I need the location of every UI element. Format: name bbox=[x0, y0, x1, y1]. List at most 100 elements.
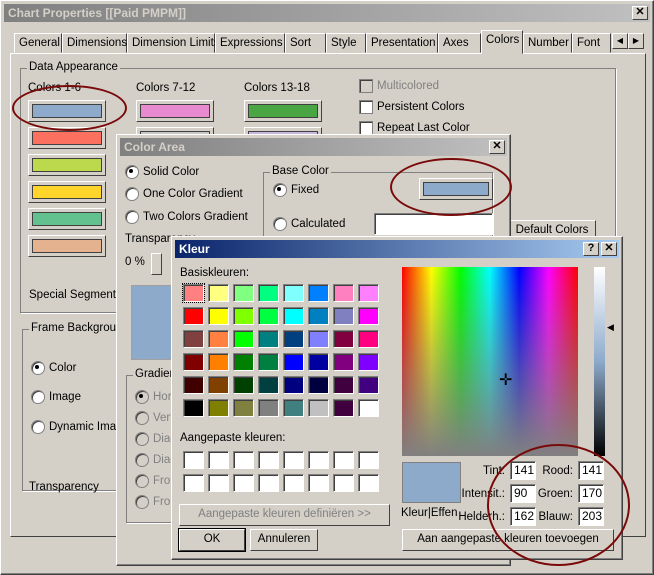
basic-color-swatch[interactable] bbox=[308, 307, 329, 325]
basic-color-swatch[interactable] bbox=[183, 399, 204, 417]
custom-color-swatch[interactable] bbox=[358, 451, 379, 469]
custom-color-swatch[interactable] bbox=[258, 474, 279, 492]
color-button[interactable] bbox=[28, 154, 106, 176]
base-color-button[interactable] bbox=[419, 178, 493, 200]
basic-color-swatch[interactable] bbox=[283, 399, 304, 417]
basic-color-swatch[interactable] bbox=[358, 376, 379, 394]
basic-color-swatch[interactable] bbox=[333, 284, 354, 302]
basic-color-swatch[interactable] bbox=[308, 353, 329, 371]
tab-expressions[interactable]: Expressions bbox=[215, 33, 285, 53]
custom-color-swatch[interactable] bbox=[308, 451, 329, 469]
custom-color-swatch[interactable] bbox=[283, 451, 304, 469]
basic-color-swatch[interactable] bbox=[182, 283, 205, 303]
transparency-slider-thumb[interactable] bbox=[151, 253, 162, 275]
add-to-custom-colors-button[interactable]: Aan aangepaste kleuren toevoegen bbox=[402, 529, 614, 551]
close-button[interactable]: ✕ bbox=[601, 242, 617, 256]
luminance-input[interactable]: 162 bbox=[510, 507, 536, 526]
tab-general[interactable]: General bbox=[14, 33, 62, 53]
basic-color-swatch[interactable] bbox=[208, 284, 229, 302]
basic-color-swatch[interactable] bbox=[183, 353, 204, 371]
custom-color-swatch[interactable] bbox=[208, 451, 229, 469]
blue-input[interactable]: 203 bbox=[578, 507, 604, 526]
tab-scroll-right[interactable]: ▶ bbox=[628, 33, 644, 49]
frame-dynamic-image-radio[interactable]: Dynamic Image bbox=[31, 420, 129, 434]
color-button[interactable] bbox=[28, 208, 106, 230]
tab-axes[interactable]: Axes bbox=[438, 33, 481, 53]
basic-color-swatch[interactable] bbox=[233, 307, 254, 325]
persistent-colors-checkbox[interactable]: Persistent Colors bbox=[359, 100, 465, 114]
basic-color-swatch[interactable] bbox=[308, 399, 329, 417]
tab-scroll-left[interactable]: ◀ bbox=[612, 33, 628, 49]
tab-colors[interactable]: Colors bbox=[481, 30, 523, 54]
frame-color-radio[interactable]: Color bbox=[31, 361, 76, 375]
basic-color-swatch[interactable] bbox=[358, 330, 379, 348]
green-input[interactable]: 170 bbox=[578, 484, 604, 503]
calculated-radio[interactable]: Calculated bbox=[273, 217, 345, 231]
basic-color-swatch[interactable] bbox=[233, 399, 254, 417]
custom-color-swatch[interactable] bbox=[183, 451, 204, 469]
custom-color-swatch[interactable] bbox=[358, 474, 379, 492]
basic-color-swatch[interactable] bbox=[183, 376, 204, 394]
basic-color-swatch[interactable] bbox=[333, 330, 354, 348]
tab-presentation[interactable]: Presentation bbox=[366, 33, 438, 53]
basic-color-swatch[interactable] bbox=[308, 284, 329, 302]
define-custom-colors-button[interactable]: Aangepaste kleuren definiëren >> bbox=[179, 504, 390, 526]
basic-color-swatch[interactable] bbox=[183, 307, 204, 325]
basic-color-swatch[interactable] bbox=[208, 399, 229, 417]
multicolored-checkbox[interactable]: Multicolored bbox=[359, 79, 439, 93]
basic-color-swatch[interactable] bbox=[333, 376, 354, 394]
basic-color-swatch[interactable] bbox=[308, 330, 329, 348]
basic-color-swatch[interactable] bbox=[283, 307, 304, 325]
tab-font[interactable]: Font bbox=[572, 33, 611, 53]
color-spectrum[interactable]: ✛ bbox=[402, 267, 578, 456]
color-button[interactable] bbox=[28, 100, 106, 122]
basic-color-swatch[interactable] bbox=[208, 376, 229, 394]
custom-color-swatch[interactable] bbox=[258, 451, 279, 469]
two-colors-gradient-radio[interactable]: Two Colors Gradient bbox=[125, 210, 248, 224]
tab-dimension-limits[interactable]: Dimension Limits bbox=[127, 33, 220, 53]
basic-color-swatch[interactable] bbox=[308, 376, 329, 394]
custom-color-swatch[interactable] bbox=[283, 474, 304, 492]
ok-button[interactable]: OK bbox=[178, 528, 246, 552]
tab-number[interactable]: Number bbox=[523, 33, 572, 53]
custom-color-swatch[interactable] bbox=[208, 474, 229, 492]
tint-input[interactable]: 141 bbox=[510, 461, 536, 480]
basic-color-swatch[interactable] bbox=[358, 284, 379, 302]
basic-color-swatch[interactable] bbox=[258, 353, 279, 371]
basic-color-swatch[interactable] bbox=[283, 330, 304, 348]
saturation-input[interactable]: 90 bbox=[510, 484, 536, 503]
cancel-button[interactable]: Annuleren bbox=[250, 529, 318, 551]
basic-color-swatch[interactable] bbox=[233, 284, 254, 302]
color-button[interactable] bbox=[244, 100, 322, 122]
basic-color-swatch[interactable] bbox=[183, 330, 204, 348]
basic-color-swatch[interactable] bbox=[208, 330, 229, 348]
basic-color-swatch[interactable] bbox=[233, 330, 254, 348]
basic-color-swatch[interactable] bbox=[358, 353, 379, 371]
tab-dimensions[interactable]: Dimensions bbox=[62, 33, 127, 53]
custom-color-swatch[interactable] bbox=[333, 451, 354, 469]
color-button[interactable] bbox=[28, 235, 106, 257]
one-color-gradient-radio[interactable]: One Color Gradient bbox=[125, 187, 243, 201]
basic-color-swatch[interactable] bbox=[358, 399, 379, 417]
custom-color-swatch[interactable] bbox=[308, 474, 329, 492]
basic-color-swatch[interactable] bbox=[283, 284, 304, 302]
custom-color-swatch[interactable] bbox=[233, 474, 254, 492]
solid-color-radio[interactable]: Solid Color bbox=[125, 165, 199, 179]
basic-color-swatch[interactable] bbox=[333, 307, 354, 325]
color-button[interactable] bbox=[28, 127, 106, 149]
fixed-radio[interactable]: Fixed bbox=[273, 183, 319, 197]
basic-color-swatch[interactable] bbox=[358, 307, 379, 325]
basic-color-swatch[interactable] bbox=[208, 353, 229, 371]
custom-color-swatch[interactable] bbox=[333, 474, 354, 492]
calculated-input[interactable] bbox=[374, 213, 493, 235]
basic-color-swatch[interactable] bbox=[258, 307, 279, 325]
tab-style[interactable]: Style bbox=[326, 33, 366, 53]
red-input[interactable]: 141 bbox=[578, 461, 604, 480]
basic-color-swatch[interactable] bbox=[233, 376, 254, 394]
custom-color-swatch[interactable] bbox=[183, 474, 204, 492]
basic-color-swatch[interactable] bbox=[333, 399, 354, 417]
luminance-bar[interactable] bbox=[594, 267, 605, 456]
basic-color-swatch[interactable] bbox=[333, 353, 354, 371]
basic-color-swatch[interactable] bbox=[283, 376, 304, 394]
basic-color-swatch[interactable] bbox=[258, 376, 279, 394]
